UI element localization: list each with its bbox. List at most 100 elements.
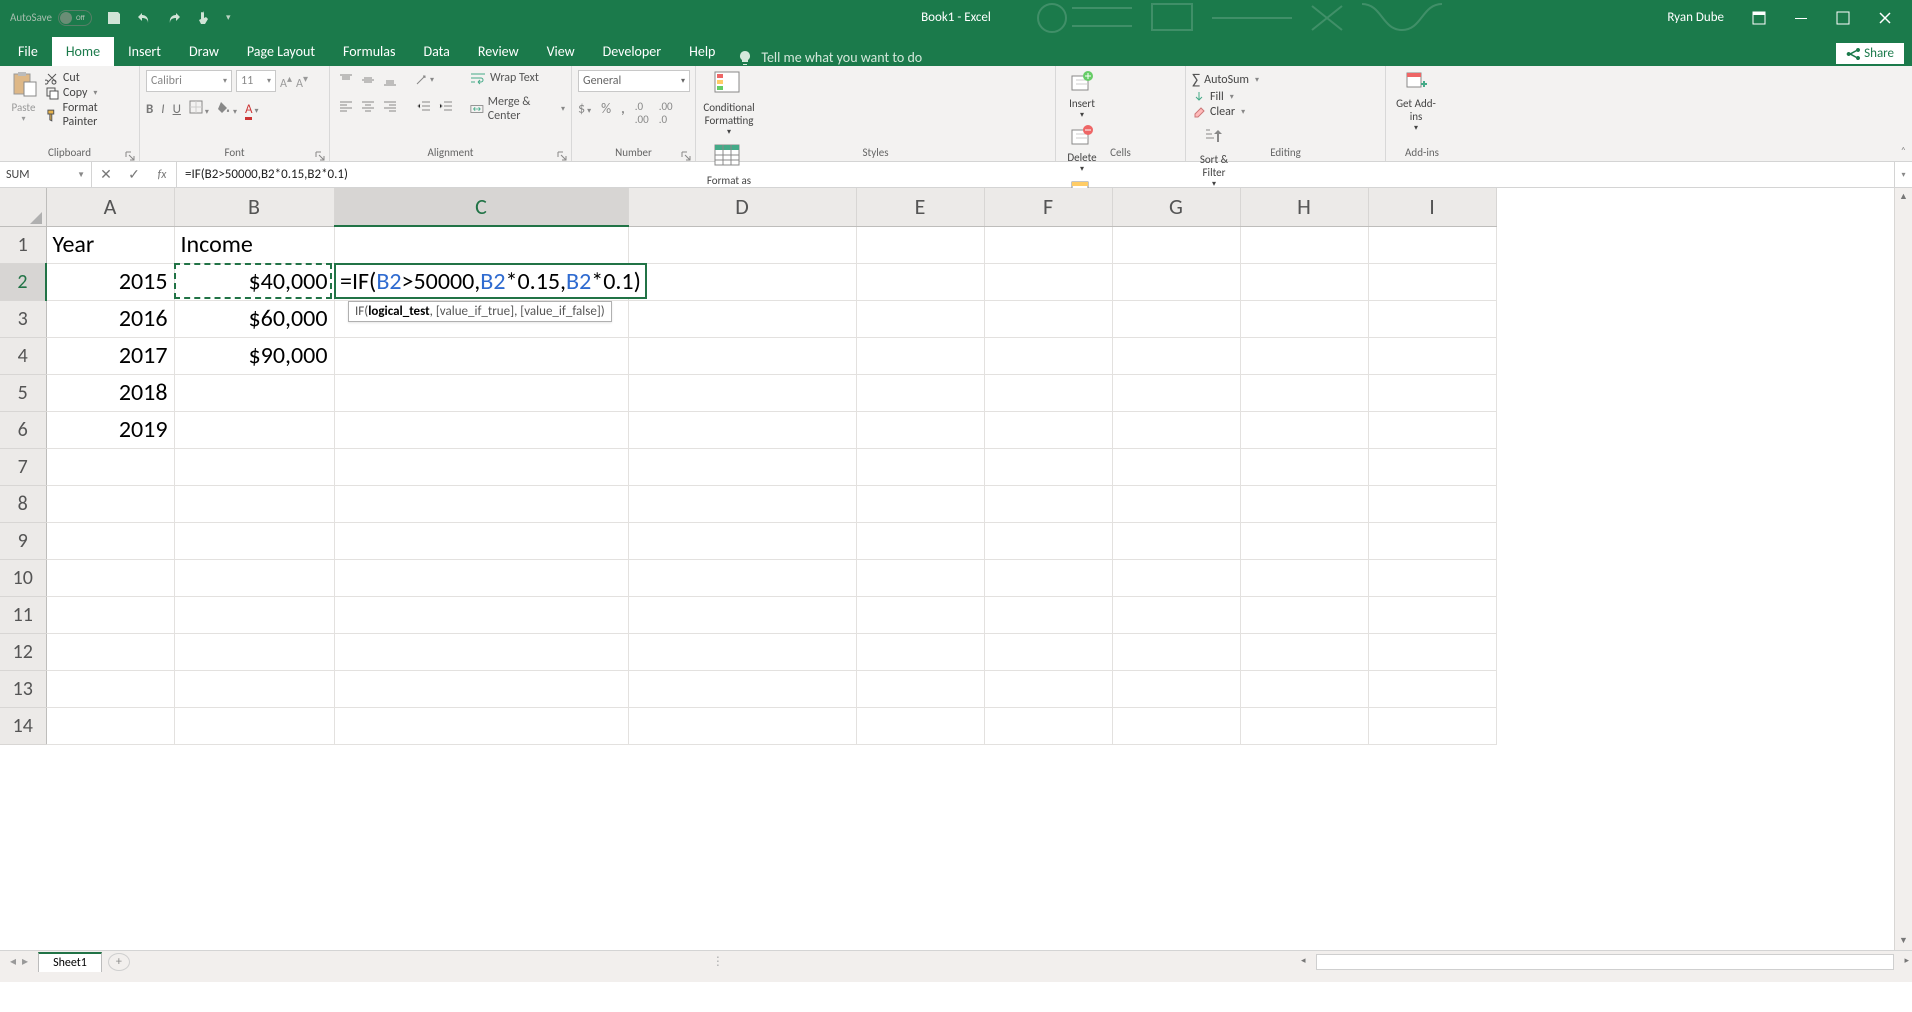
row-header-4[interactable]: 4 — [0, 337, 46, 374]
cell-C13[interactable] — [334, 670, 628, 707]
touch-mode-icon[interactable] — [196, 10, 212, 26]
cell-I10[interactable] — [1368, 559, 1496, 596]
cell-I3[interactable] — [1368, 300, 1496, 337]
cell-B1[interactable]: Income — [174, 226, 334, 263]
cell-B3[interactable]: $60,000 — [174, 300, 334, 337]
cell-D1[interactable] — [628, 226, 856, 263]
decrease-indent-button[interactable] — [414, 96, 434, 116]
cell-H11[interactable] — [1240, 596, 1368, 633]
worksheet-grid[interactable]: ABCDEFGHI1YearIncome22015$40,00032016$60… — [0, 188, 1912, 950]
formula-input[interactable]: =IF(B2>50000,B2*0.15,B2*0.1) — [177, 162, 1894, 187]
cell-A8[interactable] — [46, 485, 174, 522]
cell-F12[interactable] — [984, 633, 1112, 670]
cell-I9[interactable] — [1368, 522, 1496, 559]
cell-I11[interactable] — [1368, 596, 1496, 633]
conditional-formatting-button[interactable]: Conditional Formatting▾ — [702, 70, 756, 137]
cell-A1[interactable]: Year — [46, 226, 174, 263]
align-left-button[interactable] — [336, 96, 356, 116]
cell-C11[interactable] — [334, 596, 628, 633]
format-painter-button[interactable]: Format Painter — [45, 101, 133, 129]
cell-C5[interactable] — [334, 374, 628, 411]
increase-decimal-button[interactable]: .0.00 — [635, 100, 649, 126]
insert-cells-button[interactable]: Insert▾ — [1062, 70, 1102, 120]
cell-A6[interactable]: 2019 — [46, 411, 174, 448]
merge-center-button[interactable]: Merge & Center — [470, 95, 565, 123]
row-header-6[interactable]: 6 — [0, 411, 46, 448]
cell-F11[interactable] — [984, 596, 1112, 633]
vertical-scrollbar[interactable]: ▲ ▼ — [1894, 188, 1912, 950]
cell-H8[interactable] — [1240, 485, 1368, 522]
ribbon-tab-data[interactable]: Data — [409, 37, 463, 66]
column-header-A[interactable]: A — [46, 188, 174, 226]
cell-D8[interactable] — [628, 485, 856, 522]
cell-F7[interactable] — [984, 448, 1112, 485]
column-header-E[interactable]: E — [856, 188, 984, 226]
scroll-down-button[interactable]: ▼ — [1895, 932, 1912, 950]
qat-customize-icon[interactable]: ▾ — [226, 12, 231, 23]
alignment-dialog-launcher[interactable] — [557, 147, 567, 157]
bold-button[interactable]: B — [146, 102, 153, 117]
cell-E10[interactable] — [856, 559, 984, 596]
percent-format-button[interactable]: % — [601, 100, 611, 126]
paste-button[interactable]: Paste ▾ — [6, 70, 41, 130]
cell-F4[interactable] — [984, 337, 1112, 374]
row-header-3[interactable]: 3 — [0, 300, 46, 337]
cell-A9[interactable] — [46, 522, 174, 559]
cell-A13[interactable] — [46, 670, 174, 707]
cell-I5[interactable] — [1368, 374, 1496, 411]
cell-C12[interactable] — [334, 633, 628, 670]
cell-I6[interactable] — [1368, 411, 1496, 448]
cell-E14[interactable] — [856, 707, 984, 744]
cell-I13[interactable] — [1368, 670, 1496, 707]
name-box[interactable]: SUM▼ — [0, 162, 92, 187]
cell-B12[interactable] — [174, 633, 334, 670]
cell-B9[interactable] — [174, 522, 334, 559]
share-button[interactable]: Share — [1836, 43, 1904, 64]
row-header-12[interactable]: 12 — [0, 633, 46, 670]
cell-G8[interactable] — [1112, 485, 1240, 522]
cell-H9[interactable] — [1240, 522, 1368, 559]
cell-F10[interactable] — [984, 559, 1112, 596]
cell-E7[interactable] — [856, 448, 984, 485]
fill-button[interactable]: Fill — [1192, 90, 1379, 104]
cell-B6[interactable] — [174, 411, 334, 448]
cell-H10[interactable] — [1240, 559, 1368, 596]
cell-C9[interactable] — [334, 522, 628, 559]
ribbon-tab-home[interactable]: Home — [52, 37, 114, 66]
cell-D3[interactable] — [628, 300, 856, 337]
cell-A4[interactable]: 2017 — [46, 337, 174, 374]
row-header-8[interactable]: 8 — [0, 485, 46, 522]
cell-C7[interactable] — [334, 448, 628, 485]
cell-E5[interactable] — [856, 374, 984, 411]
row-header-11[interactable]: 11 — [0, 596, 46, 633]
ribbon-display-icon[interactable] — [1752, 11, 1766, 25]
undo-icon[interactable] — [136, 10, 152, 26]
font-size-combo[interactable]: 11▾ — [236, 70, 276, 92]
cell-G11[interactable] — [1112, 596, 1240, 633]
number-dialog-launcher[interactable] — [681, 147, 691, 157]
wrap-text-button[interactable]: Wrap Text — [470, 71, 565, 85]
cell-H2[interactable] — [1240, 263, 1368, 300]
cell-F6[interactable] — [984, 411, 1112, 448]
row-header-1[interactable]: 1 — [0, 226, 46, 263]
redo-icon[interactable] — [166, 10, 182, 26]
cell-G12[interactable] — [1112, 633, 1240, 670]
cell-B4[interactable]: $90,000 — [174, 337, 334, 374]
cut-button[interactable]: Cut — [45, 71, 133, 85]
cell-A2[interactable]: 2015 — [46, 263, 174, 300]
cell-C4[interactable] — [334, 337, 628, 374]
align-right-button[interactable] — [380, 96, 400, 116]
cell-A3[interactable]: 2016 — [46, 300, 174, 337]
cell-G9[interactable] — [1112, 522, 1240, 559]
accounting-format-button[interactable]: $ — [578, 100, 591, 126]
row-header-14[interactable]: 14 — [0, 707, 46, 744]
cell-E8[interactable] — [856, 485, 984, 522]
comma-format-button[interactable]: , — [621, 100, 625, 126]
cell-E4[interactable] — [856, 337, 984, 374]
tell-me-search[interactable]: Tell me what you want to do — [737, 49, 922, 66]
cell-I14[interactable] — [1368, 707, 1496, 744]
sheet-tab-active[interactable]: Sheet1 — [38, 952, 102, 972]
copy-button[interactable]: Copy — [45, 86, 133, 100]
cell-D9[interactable] — [628, 522, 856, 559]
cell-H14[interactable] — [1240, 707, 1368, 744]
